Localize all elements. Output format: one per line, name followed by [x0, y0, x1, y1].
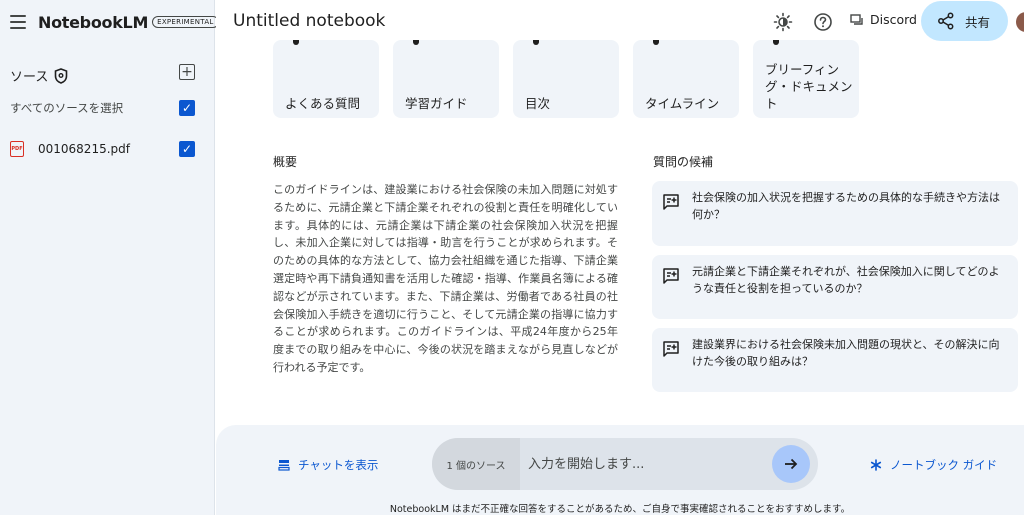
avatar[interactable] [1016, 12, 1024, 32]
suggested-question-text: 建設業界における社会保険未加入問題の現状と、その解決に向けた今後の取り組みは？ [692, 338, 1000, 368]
summary-text: このガイドラインは、建設業における社会保険の未加入問題に対処するために、元請企業… [273, 183, 618, 374]
card-icon [773, 40, 779, 45]
source-checkbox[interactable]: ✓ [179, 141, 195, 157]
sidebar: NotebookLM EXPERIMENTAL ソース + すべてのソースを選択… [0, 0, 219, 515]
share-label: 共有 [965, 14, 991, 30]
add-source-button[interactable]: + [179, 64, 195, 80]
add-comment-icon [663, 341, 679, 357]
top-bar: Untitled notebook Discord 共有 [216, 0, 1024, 44]
show-chat-label: チャットを表示 [298, 458, 379, 472]
brand: NotebookLM EXPERIMENTAL [10, 10, 219, 34]
add-icon: + [181, 64, 193, 80]
discord-icon [850, 13, 863, 25]
suggested-question[interactable]: 元請企業と下請企業それぞれが、社会保険加入に関してどのような責任と役割を担ってい… [652, 255, 1018, 319]
source-name: 001068215.pdf [38, 142, 130, 156]
select-all-label: すべてのソースを選択 [10, 101, 124, 115]
menu-icon[interactable] [10, 15, 26, 29]
suggested-question-text: 社会保険の加入状況を把握するための具体的な手続きや方法は何か？ [692, 191, 1000, 221]
chat-input-bar: 1 個のソース [432, 438, 818, 490]
discord-link[interactable]: Discord [850, 12, 917, 27]
add-comment-icon [663, 194, 679, 210]
chat-input[interactable] [528, 452, 758, 476]
help-icon[interactable] [813, 12, 833, 32]
chat-panel: チャットを表示 1 個のソース ノートブック ガイド NotebookLM はま… [216, 425, 1024, 515]
app-name: NotebookLM [38, 12, 149, 32]
asterisk-icon [870, 459, 882, 471]
experimental-badge: EXPERIMENTAL [152, 16, 219, 28]
card-icon [293, 40, 299, 45]
guide-card-label: タイムライン [645, 96, 720, 111]
shield-icon[interactable] [54, 67, 68, 84]
share-button[interactable]: 共有 [921, 1, 1008, 41]
send-button[interactable] [772, 445, 810, 483]
disclaimer: NotebookLM はまだ不正確な回答をすることがあるため、ご自身で事実確認さ… [389, 504, 851, 515]
pdf-icon: PDF [10, 141, 24, 157]
guide-card-label: 目次 [525, 96, 551, 111]
card-icon [653, 40, 659, 45]
chat-toggle-icon [278, 460, 290, 471]
arrow-right-icon [785, 458, 798, 470]
card-icon [533, 40, 539, 45]
guide-card-label: 学習ガイド [405, 96, 468, 111]
show-chat-button[interactable]: チャットを表示 [278, 457, 378, 473]
suggested-question-text: 元請企業と下請企業それぞれが、社会保険加入に関してどのような責任と役割を担ってい… [692, 265, 1000, 295]
suggested-question[interactable]: 建設業界における社会保険未加入問題の現状と、その解決に向けた今後の取り組みは？ [652, 328, 1018, 392]
discord-label: Discord [870, 12, 917, 27]
guide-card-briefing[interactable]: ブリーフィング・ドキュメント [753, 40, 859, 118]
select-all-checkbox[interactable]: ✓ [179, 100, 195, 116]
notebook-title[interactable]: Untitled notebook [233, 11, 385, 31]
brightness-icon[interactable] [773, 12, 793, 32]
add-comment-icon [663, 268, 679, 284]
summary-title: 概要 [273, 155, 298, 169]
suggested-question[interactable]: 社会保険の加入状況を把握するための具体的な手続きや方法は何か？ [652, 181, 1018, 246]
share-icon [938, 12, 954, 30]
guide-card-toc[interactable]: 目次 [513, 40, 619, 118]
notebook-guide-button[interactable]: ノートブック ガイド [870, 457, 997, 473]
select-all-row[interactable]: すべてのソースを選択 ✓ [10, 100, 195, 116]
guide-card-label: ブリーフィング・ドキュメント [765, 62, 853, 111]
guide-card-study-guide[interactable]: 学習ガイド [393, 40, 499, 118]
source-item[interactable]: PDF 001068215.pdf ✓ [10, 140, 195, 158]
guide-card-faq[interactable]: よくある質問 [273, 40, 379, 118]
suggested-questions-title: 質問の候補 [653, 155, 714, 169]
notebook-guide-label: ノートブック ガイド [890, 458, 998, 472]
sources-title: ソース [10, 70, 49, 85]
card-icon [413, 40, 419, 45]
sources-header: ソース + [10, 64, 195, 85]
guide-card-label: よくある質問 [285, 96, 361, 111]
source-count-chip[interactable]: 1 個のソース [432, 438, 520, 490]
guide-card-timeline[interactable]: タイムライン [633, 40, 739, 118]
